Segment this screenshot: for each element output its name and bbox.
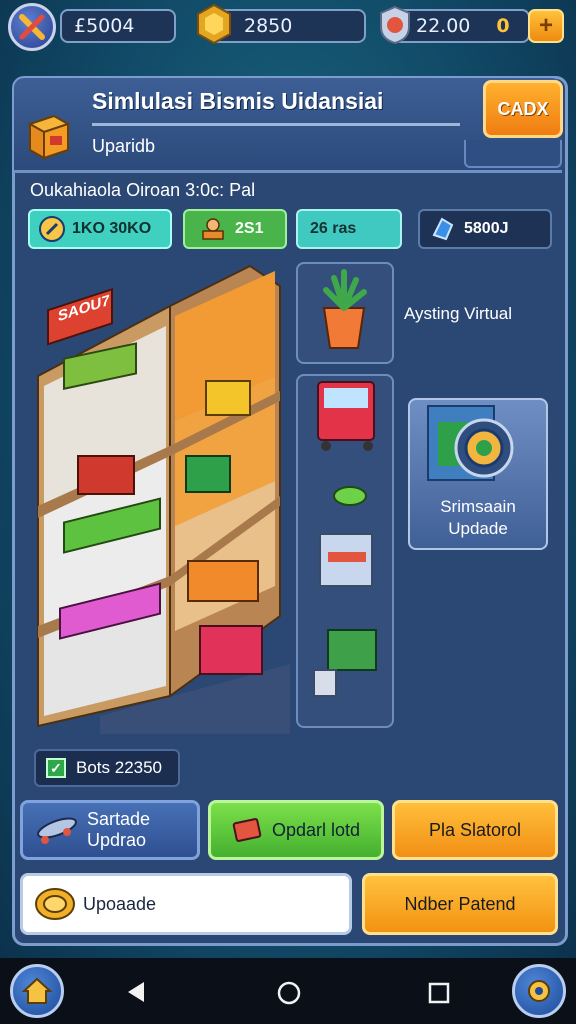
start-upgrade-button[interactable]: Sartade Updrao	[20, 800, 200, 860]
resource-value-3: 22.00	[416, 15, 471, 37]
top-resource-bar: £5004 2850 22.00 0 +	[0, 0, 576, 52]
coin-icon	[39, 216, 65, 242]
upgrade-label: Upoaade	[83, 893, 157, 914]
new-patent-button[interactable]: Ndber Patend	[362, 873, 558, 935]
gold-gem-icon	[197, 3, 231, 45]
coin-stack-icon	[35, 888, 75, 920]
add-currency-button[interactable]: +	[528, 9, 564, 43]
upgrade-card-label: Srimsaain Updade	[440, 497, 516, 538]
close-button[interactable]: CADX	[483, 80, 563, 138]
stat-badge-1[interactable]: 1KO 30KO	[28, 209, 172, 249]
status-line: Oukahiaola Oiroan 3:0c: Pal	[30, 180, 256, 200]
home-circle-icon[interactable]	[276, 980, 302, 1006]
skateboard-icon	[37, 817, 77, 844]
play-store-button[interactable]: Pla Slatorol	[392, 800, 558, 860]
crossed-tools-icon	[19, 14, 45, 40]
page-subtitle: Uparidb	[92, 136, 156, 156]
recents-icon[interactable]	[428, 982, 450, 1004]
stat-badge-3[interactable]: 26 ras	[296, 209, 402, 249]
resource-value-2: 2850	[244, 15, 293, 37]
worker-icon	[202, 218, 224, 240]
start-upgrade-label: Sartade Updrao	[87, 809, 151, 850]
bots-checkbox[interactable]: ✓ Bots 22350	[34, 749, 180, 787]
home-icon	[22, 977, 52, 1004]
update-load-label: Opdarl lotd	[271, 819, 361, 840]
stat-value-1: 1KO 30KO	[72, 220, 152, 237]
shield-badge-icon	[380, 5, 410, 45]
upgrade-button[interactable]: Upoaade	[20, 873, 352, 935]
checkmark-icon[interactable]: ✓	[46, 758, 66, 778]
shop-box-icon	[27, 114, 71, 160]
back-icon[interactable]	[124, 980, 148, 1004]
stat-badge-4[interactable]: 5800J	[418, 209, 552, 249]
item-column-icons	[313, 381, 377, 697]
title-divider	[92, 123, 460, 126]
resource-pill-1: £5004	[60, 9, 176, 43]
resource-value-4: 0	[496, 15, 510, 37]
store-shelf-illustration	[37, 264, 290, 734]
update-load-button[interactable]: Opdarl lotd	[208, 800, 384, 860]
resource-value-1: £5004	[74, 15, 135, 37]
item-slot-plant[interactable]	[296, 262, 394, 364]
gear-icon	[528, 980, 550, 1002]
blue-gem-icon	[432, 217, 454, 241]
stat-value-4: 5800J	[464, 220, 509, 237]
safe-vault-icon	[427, 405, 514, 481]
home-game-button[interactable]	[10, 964, 64, 1018]
card-icon	[232, 818, 262, 842]
stat-value-2: 2S1	[235, 220, 264, 237]
virtual-label: Aysting Virtual	[404, 304, 513, 323]
stat-badge-2[interactable]: 2S1	[183, 209, 287, 249]
profile-sword-button[interactable]	[8, 3, 56, 51]
potted-plant-icon	[322, 269, 367, 349]
page-title: Simlulasi Bismis Uidansiai	[92, 88, 384, 114]
item-slot-column[interactable]	[296, 374, 394, 728]
header-tab[interactable]	[464, 140, 562, 168]
settings-button[interactable]	[512, 964, 566, 1018]
checkbox-label: Bots 22350	[76, 758, 163, 777]
stat-value-3: 26 ras	[310, 220, 357, 237]
